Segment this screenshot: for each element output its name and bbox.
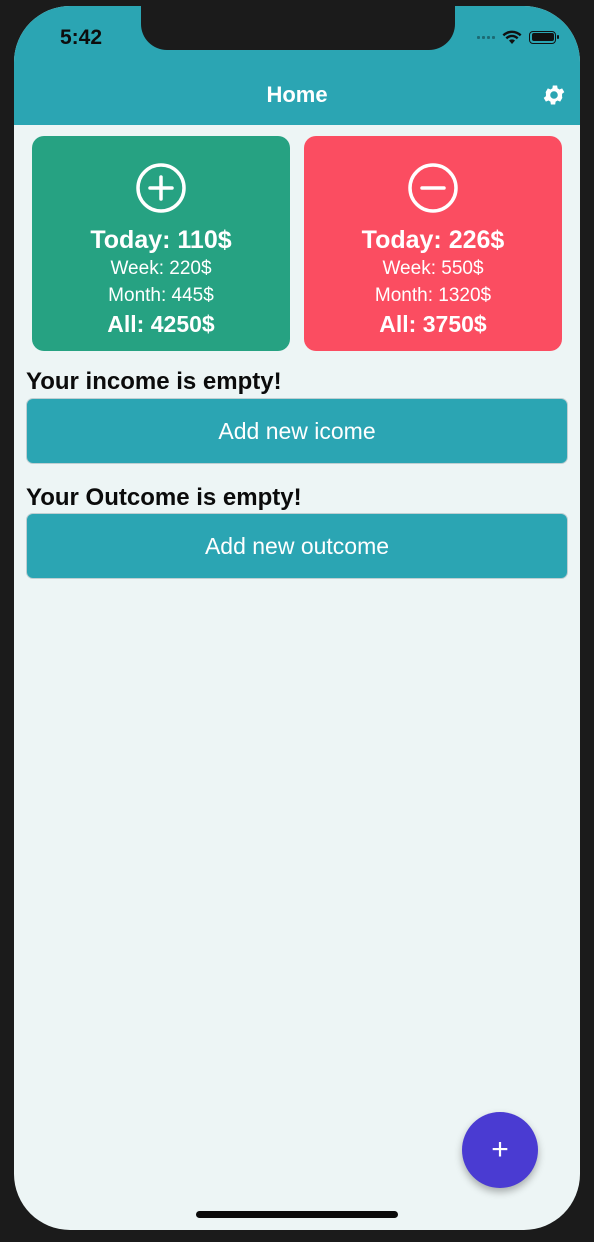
income-week: Week: 220$ [110,258,212,279]
page-title: Home [266,82,328,107]
income-summary-card[interactable]: Today: 110$ Week: 220$ Month: 445$ All: … [32,136,290,351]
add-income-button[interactable]: Add new icome [26,398,568,464]
wifi-icon [502,30,522,44]
status-icons [477,29,559,45]
outcome-month: Month: 1320$ [374,285,492,306]
income-today: Today: 110$ [90,226,232,254]
app-screen: 5:42 Home Today: 110$ Week: 220$ Month: … [14,6,580,1230]
add-fab-button[interactable]: + [462,1112,538,1188]
add-outcome-button[interactable]: Add new outcome [26,513,568,579]
status-time: 5:42 [60,26,103,49]
outcome-summary-card[interactable]: Today: 226$ Week: 550$ Month: 1320$ All:… [304,136,562,351]
outcome-empty-heading: Your Outcome is empty! [26,484,302,511]
plus-circle-icon [136,163,186,213]
income-month: Month: 445$ [108,285,214,306]
income-all: All: 4250$ [107,311,215,337]
app-header: 5:42 Home [14,6,580,125]
income-empty-heading: Your income is empty! [26,368,282,395]
plus-icon: + [491,1133,509,1166]
gear-icon[interactable] [541,82,567,108]
outcome-all: All: 3750$ [379,311,487,337]
minus-circle-icon [408,163,458,213]
device-notch [141,6,455,50]
outcome-week: Week: 550$ [382,258,484,279]
outcome-today: Today: 226$ [361,226,505,254]
home-indicator [196,1211,398,1218]
signal-icon [477,35,495,39]
battery-icon [529,30,559,44]
